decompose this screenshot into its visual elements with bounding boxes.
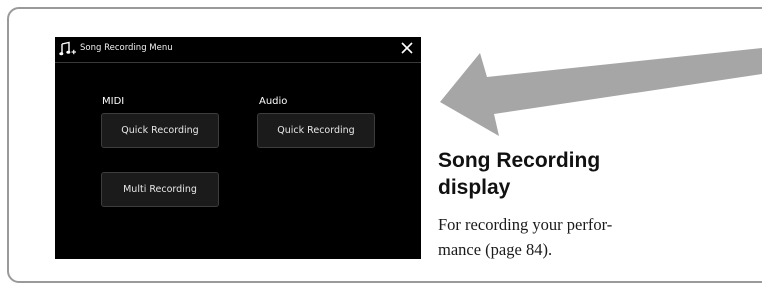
- audio-quick-recording-button[interactable]: Quick Recording: [257, 113, 375, 148]
- window-title: Song Recording Menu: [80, 43, 173, 53]
- song-recording-screen: Song Recording Menu MIDI Audio Quick Rec…: [55, 37, 421, 259]
- midi-multi-recording-button[interactable]: Multi Recording: [101, 172, 219, 207]
- caption-description: For recording your perfor- mance (page 8…: [438, 212, 728, 262]
- midi-quick-recording-button[interactable]: Quick Recording: [101, 113, 219, 148]
- pointer-arrow: [440, 48, 762, 136]
- caption-title-line-2: display: [438, 176, 511, 199]
- midi-section-label: MIDI: [102, 96, 125, 107]
- caption-title: Song Recording display: [438, 147, 718, 201]
- close-icon[interactable]: [399, 40, 415, 56]
- screen-header: Song Recording Menu: [55, 37, 421, 63]
- music-note-plus-icon: [59, 41, 76, 56]
- caption-title-line-1: Song Recording: [438, 149, 601, 172]
- audio-section-label: Audio: [259, 96, 288, 107]
- caption-text-line-2: mance (page 84).: [438, 240, 553, 259]
- caption-text-line-1: For recording your perfor-: [438, 215, 613, 234]
